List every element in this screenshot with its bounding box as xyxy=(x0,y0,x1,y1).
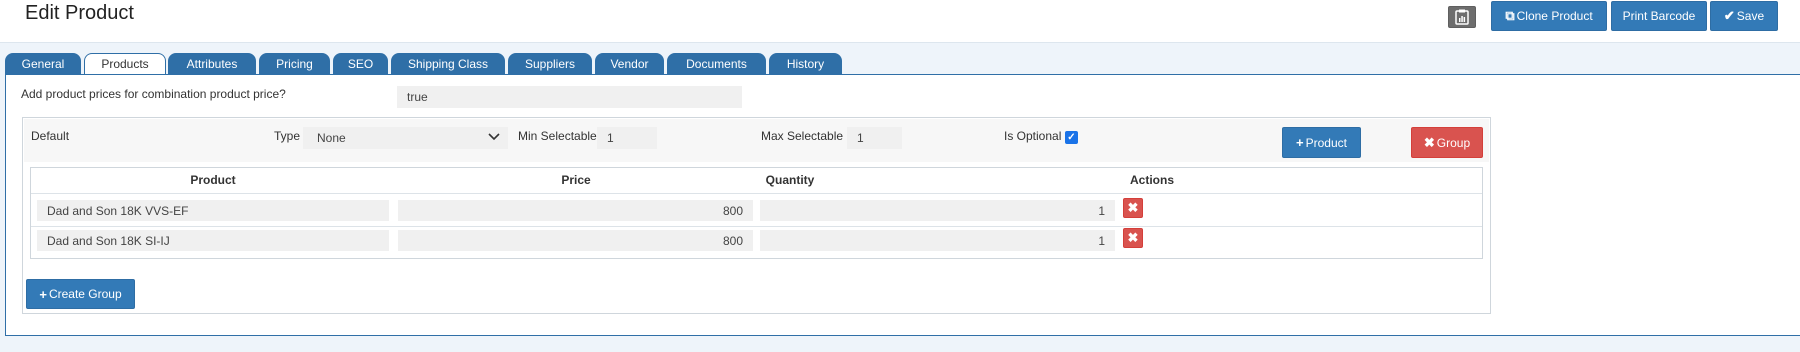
type-select-value: None xyxy=(317,131,346,145)
tab-suppliers[interactable]: Suppliers xyxy=(508,53,592,74)
remove-group-button[interactable]: ✖ Group xyxy=(1411,127,1483,158)
is-optional-checkbox[interactable]: ✓ xyxy=(1065,131,1078,144)
table-row-divider xyxy=(31,226,1482,227)
row-quantity-field[interactable]: 1 xyxy=(760,230,1115,251)
tab-label: Shipping Class xyxy=(407,56,489,71)
type-select[interactable]: None xyxy=(303,127,508,149)
column-header-quantity: Quantity xyxy=(765,173,815,187)
max-selectable-label: Max Selectable xyxy=(761,129,844,143)
column-header-actions: Actions xyxy=(1129,173,1174,187)
tab-vendor[interactable]: Vendor xyxy=(595,53,664,74)
close-icon: ✖ xyxy=(1127,200,1139,215)
group-name: Default xyxy=(31,129,70,143)
tab-pricing[interactable]: Pricing xyxy=(259,53,330,74)
create-group-button[interactable]: + Create Group xyxy=(26,279,135,309)
tab-shipping-class[interactable]: Shipping Class xyxy=(391,53,505,74)
row-price-field[interactable]: 800 xyxy=(398,200,753,221)
tab-label: Products xyxy=(101,57,149,71)
column-header-price: Price xyxy=(561,173,591,187)
min-selectable-label: Min Selectable xyxy=(518,129,597,143)
tab-label: Documents xyxy=(686,56,747,71)
save-button[interactable]: ✔ Save xyxy=(1710,1,1778,31)
clone-product-button[interactable]: ⧉ Clone Product xyxy=(1491,1,1607,31)
tab-attributes[interactable]: Attributes xyxy=(168,53,256,74)
top-bar: Edit Product ⧉ Clone Product Print Barco… xyxy=(0,0,1800,43)
tab-label: Vendor xyxy=(610,56,649,71)
is-optional-label: Is Optional xyxy=(1004,129,1062,143)
tab-history[interactable]: History xyxy=(769,53,842,74)
add-product-label: Product xyxy=(1305,135,1347,150)
save-label: Save xyxy=(1736,9,1765,23)
max-selectable-input[interactable]: 1 xyxy=(847,127,902,149)
tab-label: Attributes xyxy=(186,56,238,71)
delete-row-button[interactable]: ✖ xyxy=(1123,228,1143,248)
plus-icon: + xyxy=(1296,135,1304,150)
chevron-down-icon xyxy=(488,132,500,144)
row-quantity-field[interactable]: 1 xyxy=(760,200,1115,221)
tab-general[interactable]: General xyxy=(5,53,81,74)
row-product-field[interactable]: Dad and Son 18K SI-IJ xyxy=(37,230,389,251)
tab-label: Pricing xyxy=(276,56,313,71)
clone-product-label: Clone Product xyxy=(1516,9,1593,23)
tab-label: SEO xyxy=(347,56,374,71)
tab-label: History xyxy=(786,56,825,71)
group-header xyxy=(24,119,1489,162)
tab-documents[interactable]: Documents xyxy=(667,53,766,74)
close-icon: ✖ xyxy=(1423,134,1435,150)
column-header-product: Product xyxy=(190,173,236,187)
clipboard-button[interactable] xyxy=(1448,6,1476,28)
create-group-label: Create Group xyxy=(48,287,122,301)
copy-icon: ⧉ xyxy=(1505,8,1515,23)
clipboard-icon xyxy=(1455,9,1469,25)
print-barcode-label: Print Barcode xyxy=(1622,9,1696,23)
delete-row-button[interactable]: ✖ xyxy=(1123,198,1143,218)
combination-price-field[interactable]: true xyxy=(397,86,742,108)
close-icon: ✖ xyxy=(1127,230,1139,245)
type-label: Type xyxy=(274,129,301,143)
min-selectable-input[interactable]: 1 xyxy=(597,127,657,149)
tab-label: Suppliers xyxy=(524,56,576,71)
add-product-button[interactable]: + Product xyxy=(1282,127,1361,158)
tab-products[interactable]: Products xyxy=(84,53,166,75)
tab-label: General xyxy=(21,56,65,71)
row-product-field[interactable]: Dad and Son 18K VVS-EF xyxy=(37,200,389,221)
check-icon: ✔ xyxy=(1723,8,1735,23)
plus-icon: + xyxy=(39,286,47,302)
combination-price-question: Add product prices for combination produ… xyxy=(21,87,286,101)
page-title: Edit Product xyxy=(25,2,134,24)
tab-seo[interactable]: SEO xyxy=(333,53,388,74)
row-price-field[interactable]: 800 xyxy=(398,230,753,251)
remove-group-label: Group xyxy=(1436,135,1471,150)
print-barcode-button[interactable]: Print Barcode xyxy=(1611,1,1707,31)
table-row-divider xyxy=(31,193,1482,194)
